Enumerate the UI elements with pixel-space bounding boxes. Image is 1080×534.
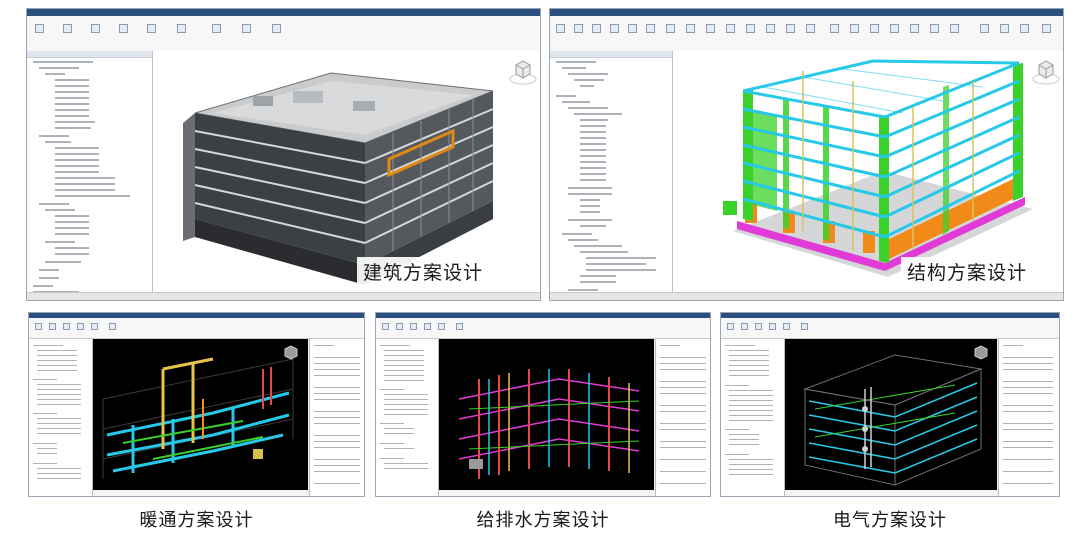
ribbon-button[interactable] [91,24,100,33]
ribbon-button[interactable] [786,24,795,33]
ribbon-button[interactable] [910,24,919,33]
panel-label: 建筑方案设计 [357,257,490,286]
panel-caption: 给排水方案设计 [476,510,610,531]
panel-caption: 电气方案设计 [833,510,947,531]
panel-label: 结构方案设计 [901,257,1034,286]
ribbon-button[interactable] [212,24,221,33]
ribbon-button[interactable] [686,24,695,33]
ribbon-button[interactable] [806,24,815,33]
status-bar [550,292,1063,300]
ribbon-button[interactable] [666,24,675,33]
ribbon-button[interactable] [1042,24,1051,33]
viewport-hvac[interactable] [93,339,308,490]
ribbon-button[interactable] [438,323,445,330]
ribbon-button[interactable] [783,323,790,330]
project-browser[interactable] [29,339,93,496]
view-cube-icon[interactable] [508,57,538,85]
ribbon-button[interactable] [769,323,776,330]
project-browser-header [550,51,672,58]
ribbon-button[interactable] [890,24,899,33]
ribbon-button[interactable] [850,24,859,33]
view-cube-icon[interactable] [279,343,303,365]
ribbon-button[interactable] [930,24,939,33]
project-browser[interactable] [550,51,673,293]
project-browser-header [27,51,152,58]
ribbon-button[interactable] [35,24,44,33]
ribbon-toolbar[interactable] [29,318,364,339]
ribbon-button[interactable] [1000,24,1009,33]
project-browser[interactable] [27,51,153,293]
ribbon-button[interactable] [396,323,403,330]
ribbon-button[interactable] [63,323,70,330]
ribbon-toolbar[interactable] [721,318,1059,339]
ribbon-button[interactable] [610,24,619,33]
ribbon-toolbar[interactable] [550,16,1063,52]
ribbon-button[interactable] [628,24,637,33]
title-bar [27,9,540,16]
view-cube-icon[interactable] [1031,57,1061,85]
viewport-electrical[interactable] [785,339,997,490]
ribbon-button[interactable] [592,24,601,33]
ribbon-button[interactable] [35,323,42,330]
ribbon-button[interactable] [950,24,959,33]
ribbon-button[interactable] [870,24,879,33]
ribbon-button[interactable] [706,24,715,33]
ribbon-button[interactable] [410,323,417,330]
ribbon-button[interactable] [147,24,156,33]
ribbon-button[interactable] [801,323,808,330]
ribbon-toolbar[interactable] [376,318,710,339]
ribbon-button[interactable] [177,24,186,33]
project-browser[interactable] [376,339,439,496]
ribbon-button[interactable] [63,24,72,33]
panel-electrical [720,312,1060,497]
properties-panel[interactable] [998,339,1059,496]
ribbon-button[interactable] [91,323,98,330]
ribbon-button[interactable] [49,323,56,330]
ribbon-button[interactable] [746,24,755,33]
viewport-plumbing[interactable] [439,339,654,490]
ribbon-button[interactable] [727,323,734,330]
properties-panel[interactable] [309,339,364,496]
panel-hvac [28,312,365,497]
panel-caption: 暖通方案设计 [139,510,254,531]
title-bar [550,9,1063,16]
ribbon-button[interactable] [830,24,839,33]
project-browser[interactable] [721,339,785,496]
status-bar [27,292,540,300]
ribbon-button[interactable] [755,323,762,330]
ribbon-button[interactable] [646,24,655,33]
ribbon-button[interactable] [726,24,735,33]
panel-plumbing [375,312,711,497]
ribbon-button[interactable] [456,323,463,330]
ribbon-button[interactable] [119,24,128,33]
ribbon-button[interactable] [109,323,116,330]
ribbon-button[interactable] [424,323,431,330]
panel-structure: 结构方案设计 [549,8,1064,301]
ribbon-button[interactable] [980,24,989,33]
ribbon-button[interactable] [77,323,84,330]
ribbon-button[interactable] [242,24,251,33]
ribbon-button[interactable] [741,323,748,330]
view-cube-icon[interactable] [969,343,993,365]
ribbon-button[interactable] [574,24,583,33]
ribbon-button[interactable] [766,24,775,33]
properties-panel[interactable] [655,339,710,496]
ribbon-toolbar[interactable] [27,16,540,52]
ribbon-button[interactable] [382,323,389,330]
ribbon-button[interactable] [1020,24,1029,33]
ribbon-button[interactable] [556,24,565,33]
ribbon-button[interactable] [272,24,281,33]
panel-architecture: 建筑方案设计 [26,8,541,301]
